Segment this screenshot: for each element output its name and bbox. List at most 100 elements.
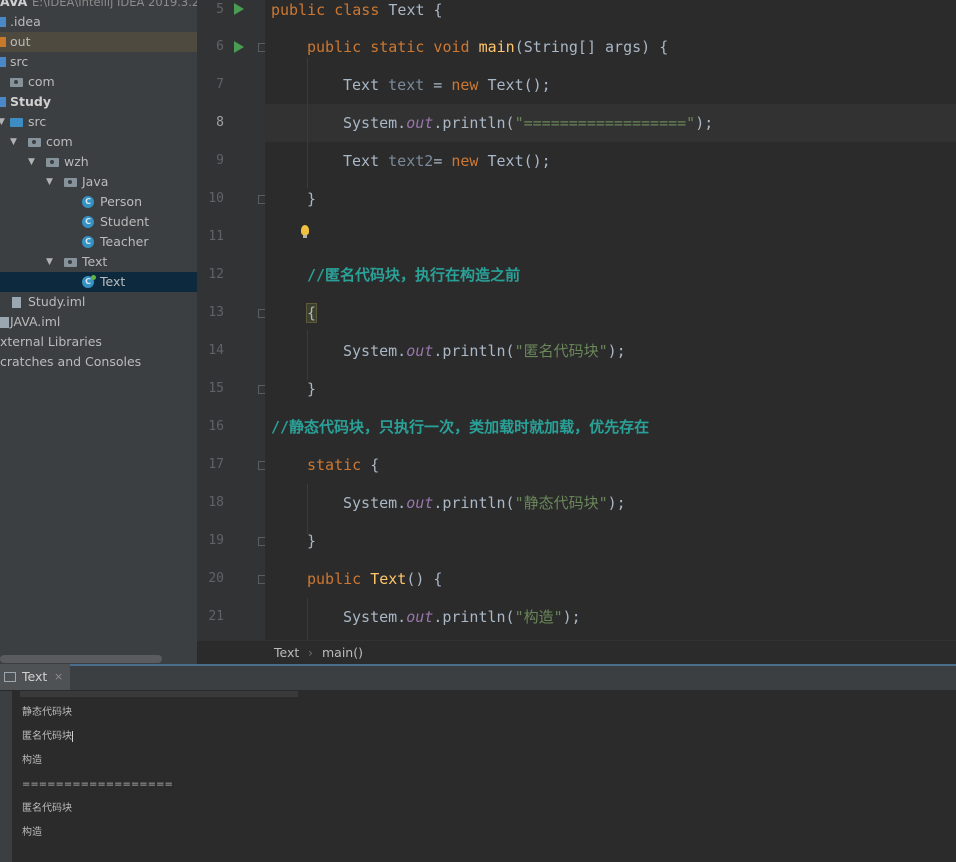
package-folder-icon [10, 78, 23, 87]
tree-item-label: Text [82, 254, 108, 269]
package-folder-icon [64, 258, 77, 267]
code-text: ); [607, 342, 626, 360]
run-tab[interactable]: Text × [0, 664, 70, 690]
close-icon[interactable]: × [54, 664, 63, 690]
code-string: "==================" [514, 114, 696, 132]
code-editor[interactable]: public class Text { public static void m… [265, 0, 956, 640]
tree-item-label: com [28, 74, 55, 89]
console-output[interactable]: 静态代码块 匿名代码块 构造 ================== 匿名代码块 … [12, 691, 956, 862]
tree-item-label: Teacher [100, 234, 149, 249]
indent-guide [307, 58, 308, 188]
project-horizontal-scrollbar[interactable] [0, 655, 162, 663]
run-main-icon[interactable] [234, 41, 244, 53]
line-number: 20 [208, 571, 224, 586]
code-variable: text [388, 76, 425, 94]
code-text: ); [562, 608, 581, 626]
tree-item-text-class[interactable]: C Text [0, 272, 197, 292]
code-line-5: public class Text { [271, 0, 443, 20]
runnable-class-icon: C [82, 275, 96, 288]
code-brace: { [305, 303, 318, 323]
tree-item-label: com [46, 134, 73, 149]
tree-item-person[interactable]: C Person [0, 192, 197, 212]
code-field: out [406, 608, 434, 626]
class-icon: C [82, 216, 94, 228]
tree-item-label: src [10, 54, 29, 69]
code-field: out [406, 114, 434, 132]
editor-gutter: 5 6 7 8 9 10 11 12 13 14 15 16 17 18 19 … [197, 0, 267, 640]
code-text: } [307, 190, 317, 208]
run-toolbar [0, 691, 12, 862]
code-text: System. [343, 342, 407, 360]
line-number: 8 [216, 115, 224, 130]
code-line-8: System.out.println("==================")… [343, 113, 713, 133]
package-folder-icon [64, 178, 77, 187]
console-line: ================== [22, 779, 173, 790]
tree-item-java-iml[interactable]: JAVA.iml [0, 312, 197, 332]
tree-item-study-iml[interactable]: Study.iml [0, 292, 197, 312]
tree-item-java[interactable]: ▼ Java [0, 172, 197, 192]
tree-item-external-libraries[interactable]: xternal Libraries [0, 332, 197, 352]
console-line: 静态代码块 [22, 707, 72, 718]
tree-item-text-package[interactable]: ▼ Text [0, 252, 197, 272]
breadcrumb-class[interactable]: Text [274, 641, 299, 665]
line-number: 10 [208, 191, 224, 206]
iml-file-icon [0, 317, 9, 328]
run-class-icon[interactable] [234, 3, 244, 15]
code-text: System. [343, 494, 407, 512]
code-function: main [478, 38, 515, 56]
tree-item-label: xternal Libraries [0, 334, 102, 349]
tree-item-study[interactable]: Study [0, 92, 197, 112]
package-folder-icon [28, 138, 41, 147]
code-keyword: static [307, 456, 362, 474]
chevron-down-icon[interactable]: ▼ [10, 132, 17, 152]
tree-item-student[interactable]: C Student [0, 212, 197, 232]
code-keyword: new [451, 152, 479, 170]
tree-item-wzh[interactable]: ▼ wzh [0, 152, 197, 172]
code-text: Text(); [478, 152, 551, 170]
breadcrumb-method[interactable]: main() [322, 641, 363, 665]
console-command-line [20, 691, 298, 697]
code-field: out [406, 494, 434, 512]
breadcrumb-separator: › [308, 645, 313, 660]
code-text: Text(); [478, 76, 551, 94]
tree-item-label: Study.iml [28, 294, 86, 309]
tree-item-label: .idea [10, 14, 41, 29]
indent-guide [307, 330, 308, 380]
tree-root-name: AVA [0, 0, 28, 9]
tree-item-com[interactable]: com [0, 72, 197, 92]
code-comment: //静态代码块，只执行一次，类加载时就加载，优先存在 [271, 418, 650, 436]
tree-item-idea[interactable]: .idea [0, 12, 197, 32]
line-number: 13 [208, 305, 224, 320]
chevron-down-icon[interactable]: ▼ [46, 172, 53, 192]
code-line-10: } [307, 189, 316, 209]
code-text: } [307, 380, 317, 398]
chevron-down-icon[interactable]: ▼ [0, 112, 5, 132]
tree-item-src[interactable]: src [0, 52, 197, 72]
code-text: ); [695, 114, 714, 132]
code-keyword: new [451, 76, 479, 94]
tree-item-label: Person [100, 194, 143, 209]
code-text: .println( [433, 342, 515, 360]
indent-guide [307, 484, 308, 534]
tree-root[interactable]: AVA E:\IDEA\Intellij IDEA 2019.3.2\JAVA [0, 0, 197, 12]
intention-bulb-icon[interactable] [301, 225, 309, 238]
text-caret [72, 730, 73, 742]
tree-item-label: Text [100, 274, 126, 289]
run-tool-window-header: Text × [0, 664, 956, 691]
code-string: "静态代码块" [514, 494, 608, 512]
run-tab-label: Text [22, 669, 48, 684]
breadcrumb: Text › main() [197, 640, 956, 665]
code-text: (String[] args) { [514, 38, 669, 56]
chevron-down-icon[interactable]: ▼ [28, 152, 35, 172]
tree-item-scratches[interactable]: cratches and Consoles [0, 352, 197, 372]
code-text: .println( [433, 608, 515, 626]
line-number: 15 [208, 381, 224, 396]
tree-item-teacher[interactable]: C Teacher [0, 232, 197, 252]
tree-item-study-src[interactable]: ▼ src [0, 112, 197, 132]
console-line: 构造 [22, 827, 42, 838]
code-text: .println( [433, 494, 515, 512]
line-number: 6 [216, 39, 224, 54]
tree-item-study-com[interactable]: ▼ com [0, 132, 197, 152]
tree-item-out[interactable]: out [0, 32, 197, 52]
chevron-down-icon[interactable]: ▼ [46, 252, 53, 272]
